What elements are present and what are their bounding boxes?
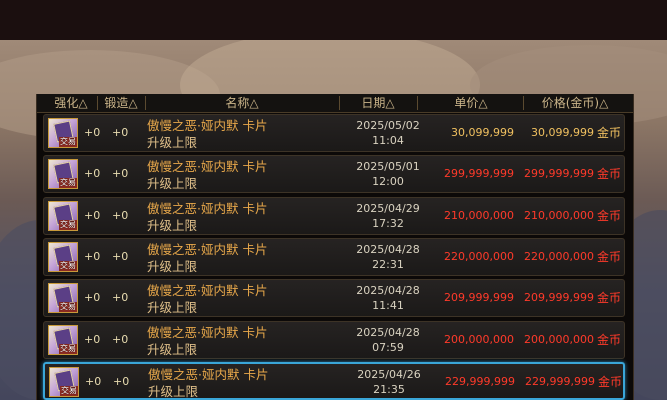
item-name-line2: 升级上限	[148, 384, 199, 399]
strengthen-value: +0	[84, 209, 101, 222]
header-name[interactable]: 名称△	[147, 94, 337, 112]
listing-row[interactable]: 交易 +0 +0 傲慢之恶·娅内默 卡片 升级上限 2025/05/01 12:00 299,…	[43, 155, 625, 193]
item-name: 傲慢之恶·娅内默 卡片 升级上限	[147, 200, 267, 234]
forge-value: +0	[112, 333, 129, 346]
header-date[interactable]: 日期△	[341, 94, 415, 112]
price-value: 229,999,999	[525, 375, 595, 388]
trade-badge: 交易	[59, 178, 77, 188]
currency-label: 金币	[597, 291, 622, 305]
forge-value: +0	[113, 375, 130, 388]
strengthen-value: +0	[84, 333, 101, 346]
unit-price-value: 210,000,000	[444, 209, 514, 222]
trade-badge: 交易	[59, 220, 77, 230]
header-unit-price[interactable]: 单价△	[421, 94, 521, 112]
strengthen-value: +0	[84, 250, 101, 263]
price-value: 299,999,999	[524, 167, 594, 180]
item-name: 傲慢之恶·娅内默 卡片 升级上限	[147, 158, 267, 192]
unit-price-value: 299,999,999	[444, 167, 514, 180]
currency-label: 金币	[597, 167, 622, 181]
header-divider	[417, 96, 418, 110]
forge-value: +0	[112, 250, 129, 263]
item-name: 傲慢之恶·娅内默 卡片 升级上限	[147, 324, 267, 358]
header-strengthen[interactable]: 强化△	[49, 94, 93, 112]
item-name: 傲慢之恶·娅内默 卡片 升级上限	[147, 241, 267, 275]
unit-price-value: 229,999,999	[445, 375, 515, 388]
header-divider	[97, 96, 98, 110]
forge-value: +0	[112, 167, 129, 180]
forge-value: +0	[112, 209, 129, 222]
table-header: 强化△ 锻造△ 名称△ 日期△ 单价△ 价格(金币)△	[37, 94, 633, 113]
unit-price-value: 200,000,000	[444, 333, 514, 346]
item-name-line1: 傲慢之恶·娅内默 卡片	[147, 201, 268, 216]
trade-badge: 交易	[59, 344, 77, 354]
unit-price-value: 220,000,000	[444, 250, 514, 263]
item-name-line1: 傲慢之恶·娅内默 卡片	[147, 242, 268, 257]
trade-badge: 交易	[60, 386, 78, 396]
item-name-line1: 傲慢之恶·娅内默 卡片	[147, 325, 268, 340]
header-divider	[145, 96, 146, 110]
item-name-line1: 傲慢之恶·娅内默 卡片	[148, 367, 269, 382]
unit-price-value: 209,999,999	[444, 291, 514, 304]
card-item-icon[interactable]: 交易	[48, 201, 78, 231]
item-name-line1: 傲慢之恶·娅内默 卡片	[147, 159, 268, 174]
item-name: 傲慢之恶·娅内默 卡片 升级上限	[147, 282, 267, 316]
price-value: 30,099,999	[531, 126, 594, 139]
header-divider	[523, 96, 524, 110]
currency-label: 金币	[597, 209, 622, 223]
listing-row[interactable]: 交易 +0 +0 傲慢之恶·娅内默 卡片 升级上限 2025/04/26 21:35 229,…	[43, 362, 625, 400]
item-name-line2: 升级上限	[147, 135, 198, 150]
forge-value: +0	[112, 126, 129, 139]
header-divider	[339, 96, 340, 110]
price-value: 200,000,000	[524, 333, 594, 346]
listing-row[interactable]: 交易 +0 +0 傲慢之恶·娅内默 卡片 升级上限 2025/04/28 11:41 209,…	[43, 279, 625, 317]
card-item-icon[interactable]: 交易	[48, 159, 78, 189]
listing-row[interactable]: 交易 +0 +0 傲慢之恶·娅内默 卡片 升级上限 2025/04/29 17:32 210,…	[43, 197, 625, 235]
trade-badge: 交易	[59, 302, 77, 312]
item-name-line2: 升级上限	[147, 259, 198, 274]
listing-row[interactable]: 交易 +0 +0 傲慢之恶·娅内默 卡片 升级上限 2025/05/02 11:04 30,0…	[43, 114, 625, 152]
card-item-icon[interactable]: 交易	[48, 242, 78, 272]
card-item-icon[interactable]: 交易	[48, 283, 78, 313]
listing-row[interactable]: 交易 +0 +0 傲慢之恶·娅内默 卡片 升级上限 2025/04/28 22:31 220,…	[43, 238, 625, 276]
item-name-line1: 傲慢之恶·娅内默 卡片	[147, 283, 268, 298]
item-name-line2: 升级上限	[147, 218, 198, 233]
item-name-line2: 升级上限	[147, 300, 198, 315]
forge-value: +0	[112, 291, 129, 304]
auction-history-panel: 强化△ 锻造△ 名称△ 日期△ 单价△ 价格(金币)△ 交易 +0 +0 傲慢之恶·娅…	[36, 94, 634, 400]
item-name-line2: 升级上限	[147, 342, 198, 357]
currency-label: 金币	[597, 126, 622, 140]
currency-label: 金币	[598, 375, 623, 389]
card-item-icon[interactable]: 交易	[48, 118, 78, 148]
header-forge[interactable]: 锻造△	[99, 94, 143, 112]
listing-row[interactable]: 交易 +0 +0 傲慢之恶·娅内默 卡片 升级上限 2025/04/28 07:59 200,…	[43, 321, 625, 359]
card-item-icon[interactable]: 交易	[48, 325, 78, 355]
strengthen-value: +0	[84, 291, 101, 304]
item-name: 傲慢之恶·娅内默 卡片 升级上限	[147, 117, 267, 151]
currency-label: 金币	[597, 333, 622, 347]
price-value: 209,999,999	[524, 291, 594, 304]
header-price[interactable]: 价格(金币)△	[525, 94, 625, 112]
unit-price-value: 30,099,999	[451, 126, 514, 139]
trade-badge: 交易	[59, 261, 77, 271]
strengthen-value: +0	[85, 375, 102, 388]
top-black-bar	[0, 0, 667, 40]
price-value: 220,000,000	[524, 250, 594, 263]
item-name-line1: 傲慢之恶·娅内默 卡片	[147, 118, 268, 133]
currency-label: 金币	[597, 250, 622, 264]
card-item-icon[interactable]: 交易	[49, 367, 79, 397]
item-name: 傲慢之恶·娅内默 卡片 升级上限	[148, 366, 268, 400]
item-name-line2: 升级上限	[147, 176, 198, 191]
trade-badge: 交易	[59, 137, 77, 147]
price-value: 210,000,000	[524, 209, 594, 222]
strengthen-value: +0	[84, 167, 101, 180]
strengthen-value: +0	[84, 126, 101, 139]
